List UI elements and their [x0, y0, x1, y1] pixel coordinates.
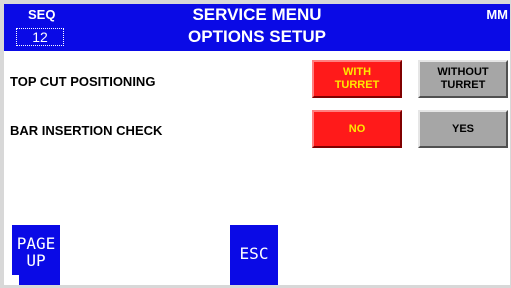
- seq-label: SEQ: [28, 7, 56, 22]
- bar-insertion-yes-button[interactable]: YES: [418, 110, 508, 148]
- without-turret-line1: WITHOUT: [437, 66, 489, 78]
- menu-title: SERVICE MENU: [192, 5, 322, 24]
- with-turret-line2: TURRET: [334, 79, 380, 91]
- page-up-button[interactable]: PAGE UP: [12, 225, 60, 285]
- without-turret-button[interactable]: WITHOUT TURRET: [418, 60, 508, 98]
- header-bar: SEQ 12 SERVICE MENU OPTIONS SETUP MM: [4, 4, 510, 51]
- no-label: NO: [348, 122, 366, 135]
- with-turret-line1: WITH: [342, 66, 372, 78]
- page-title: OPTIONS SETUP: [188, 27, 326, 46]
- seq-value-field[interactable]: 12: [16, 28, 64, 46]
- bar-insertion-no-button[interactable]: NO: [312, 110, 402, 148]
- page-up-corner-marker: [12, 275, 19, 285]
- esc-label: ESC: [239, 244, 269, 263]
- page-up-label: PAGE UP: [16, 234, 56, 270]
- without-turret-line2: TURRET: [440, 79, 486, 91]
- hmi-screen: SEQ 12 SERVICE MENU OPTIONS SETUP MM TOP…: [4, 4, 510, 285]
- unit-label: MM: [486, 7, 508, 22]
- esc-button[interactable]: ESC: [230, 225, 278, 285]
- yes-label: YES: [451, 122, 474, 135]
- bar-insertion-check-label: BAR INSERTION CHECK: [10, 123, 163, 138]
- with-turret-button[interactable]: WITH TURRET: [312, 60, 402, 98]
- top-cut-positioning-label: TOP CUT POSITIONING: [10, 74, 156, 89]
